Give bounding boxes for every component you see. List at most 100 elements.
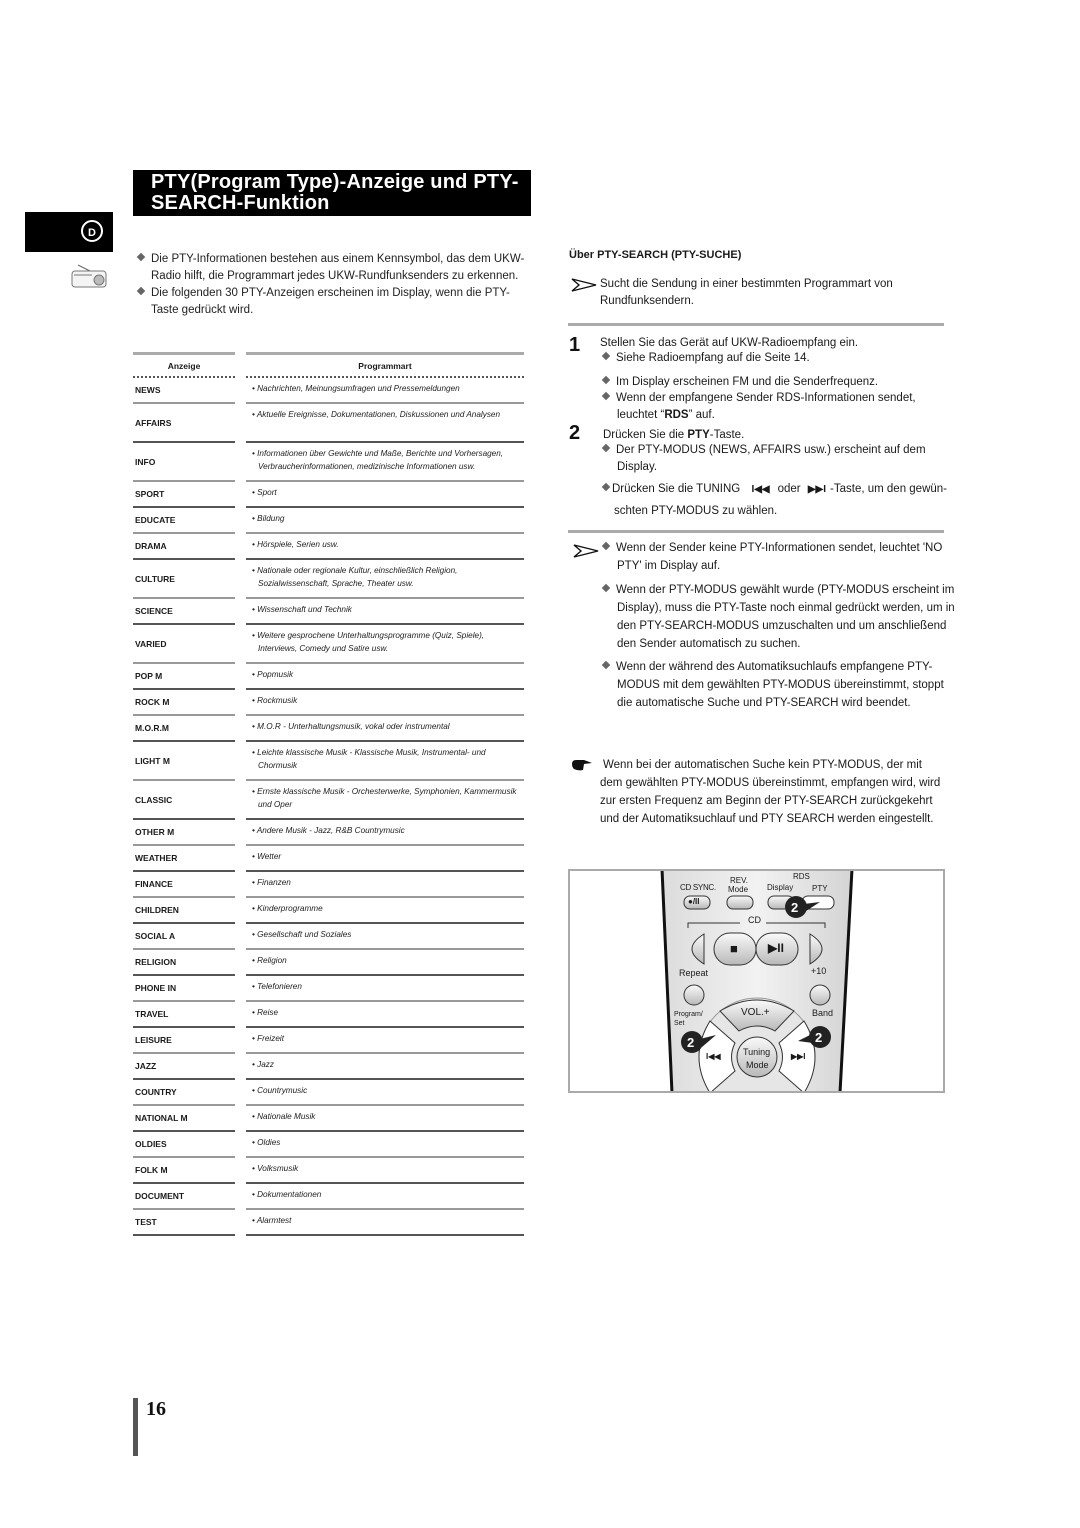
pty-description: • Jazz [246,1054,524,1080]
diamond-bullet-icon [601,583,611,593]
text: Drücken Sie die [603,429,688,441]
pty-code: DOCUMENT [133,1184,235,1210]
display-label: Display [767,883,794,892]
pty-description: • Oldies [246,1132,524,1158]
pty-code: PHONE IN [133,976,235,1002]
pty-code: DRAMA [133,534,235,560]
pty-code: ROCK M [133,690,235,716]
table-row: OLDIES • Oldies [133,1132,524,1158]
pty-description: • Nationale Musik [246,1106,524,1132]
pty-description: • Ernste klassische Musik - Orchesterwer… [246,781,524,820]
pty-description: • Kinderprogramme [246,898,524,924]
pty-code: NEWS [133,378,235,404]
table-row: NATIONAL M • Nationale Musik [133,1106,524,1132]
table-row: TEST • Alarmtest [133,1210,524,1236]
table-row: INFO • Informationen über Gewichte und Ma… [133,443,524,482]
title-line-2: SEARCH-Funktion [151,192,330,214]
table-row: FINANCE • Finanzen [133,872,524,898]
intro-text: Die folgenden 30 PTY-Anzeigen erscheinen… [151,287,510,316]
table-row: LIGHT M • Leichte klassische Musik - Klas… [133,742,524,781]
pty-label: PTY [812,884,828,893]
diamond-bullet-icon [601,443,611,453]
pointing-hand-icon [572,760,592,771]
pty-description: • Freizeit [246,1028,524,1054]
table-row: LEISURE • Freizeit [133,1028,524,1054]
step2-tuning-line2: schten PTY-MODUS zu wählen. [614,505,778,517]
section-heading: Über PTY-SEARCH (PTY-SUCHE) [569,249,742,261]
intro-text: Die PTY-Informationen bestehen aus einem… [151,253,525,282]
pty-description: • Religion [246,950,524,976]
hand-note: Wenn bei der automatischen Suche kein PT… [600,759,941,825]
arrow-pointer-icon [571,278,597,292]
pty-description: • Informationen über Gewichte und Maße, … [246,443,524,482]
bullet-text: Wenn der empfangene Sender RDS-Informati… [616,392,916,421]
header-programmart: Programmart [246,352,524,379]
pty-description: • Wetter [246,846,524,872]
table-row: SCIENCE • Wissenschaft und Technik [133,599,524,625]
cd-label: CD [748,915,761,925]
play-pause-button[interactable]: ▶II [768,941,784,955]
pty-code: FINANCE [133,872,235,898]
pty-description: • Andere Musik - Jazz, R&B Countrymusic [246,820,524,846]
rec-pause-button[interactable]: ●/II [688,897,700,906]
pty-code: SCIENCE [133,599,235,625]
text: -Taste, um den gewün- [830,483,948,495]
table-row: SPORT • Sport [133,482,524,508]
table-row: EDUCATE • Bildung [133,508,524,534]
table-row: CLASSIC • Ernste klassische Musik - Orche… [133,781,524,820]
program-label: Program/ [674,1011,703,1018]
remote-illustration: CD SYNC. REV. Mode RDS Display PTY ●/II … [568,869,945,1093]
language-tab: D [25,212,113,252]
pty-code: TRAVEL [133,1002,235,1028]
plus10-label: +10 [811,966,827,976]
pty-description: • Popmusik [246,664,524,690]
step-number-2: 2 [569,422,581,444]
diamond-bullet-icon [601,351,611,361]
divider [568,530,944,533]
pty-code: NATIONAL M [133,1106,235,1132]
next-button[interactable]: ▶▶I [791,1052,806,1061]
page-title: PTY(Program Type)-Anzeige und PTY- SEARC… [133,170,531,216]
stop-button[interactable]: ■ [730,941,738,956]
prev-button[interactable]: I◀◀ [706,1052,721,1061]
page-bar [133,1398,138,1456]
pty-code: TEST [133,1210,235,1236]
pty-code: VARIED [133,625,235,664]
step1-bullet: Im Display erscheinen FM und die Senderf… [601,374,943,391]
pty-code: WEATHER [133,846,235,872]
pty-code: SPORT [133,482,235,508]
table-row: NEWS • Nachrichten, Meinungsumfragen und … [133,378,524,404]
note-text: Wenn der Sender keine PTY-Informationen … [616,542,943,572]
pty-code: OLDIES [133,1132,235,1158]
pty-bold: PTY [687,429,710,441]
pty-description: • Aktuelle Ereignisse, Dokumentationen, … [246,404,524,443]
pty-code: LEISURE [133,1028,235,1054]
step1-bullet: Wenn der empfangene Sender RDS-Informati… [601,390,927,424]
note-item: Wenn der Sender keine PTY-Informationen … [601,539,957,575]
table-body: NEWS • Nachrichten, Meinungsumfragen und … [133,378,524,1236]
pty-description: • Volksmusik [246,1158,524,1184]
pty-description: • Hörspiele, Serien usw. [246,534,524,560]
intro-section: Die PTY-Informationen bestehen aus einem… [136,251,528,319]
pty-code: OTHER M [133,820,235,846]
pty-code: POP M [133,664,235,690]
note-text: Wenn der PTY-MODUS gewählt wurde (PTY-MO… [616,584,955,650]
text: Drücken Sie die TUNING [612,483,741,495]
vol-up-button[interactable]: VOL.+ [741,1007,770,1018]
table-row: WEATHER • Wetter [133,846,524,872]
diamond-bullet-icon [601,391,611,401]
pty-code: M.O.R.M [133,716,235,742]
table-row: CHILDREN • Kinderprogramme [133,898,524,924]
table-header: Anzeige Programmart [133,352,524,378]
pty-description: • Nachrichten, Meinungsumfragen und Pres… [246,378,524,404]
arrow-pointer-icon [573,544,599,558]
table-row: OTHER M • Andere Musik - Jazz, R&B Countr… [133,820,524,846]
step-marker: 2 [791,900,799,915]
table-row: VARIED • Weitere gesprochene Unterhaltung… [133,625,524,664]
title-line-1: PTY(Program Type)-Anzeige und PTY- [151,171,519,193]
pty-description: • Nationale oder regionale Kultur, einsc… [246,560,524,599]
table-row: COUNTRY • Countrymusic [133,1080,524,1106]
diamond-bullet-icon [136,286,146,296]
tuning-mode-label: Mode [746,1060,769,1070]
table-row: DOCUMENT • Dokumentationen [133,1184,524,1210]
